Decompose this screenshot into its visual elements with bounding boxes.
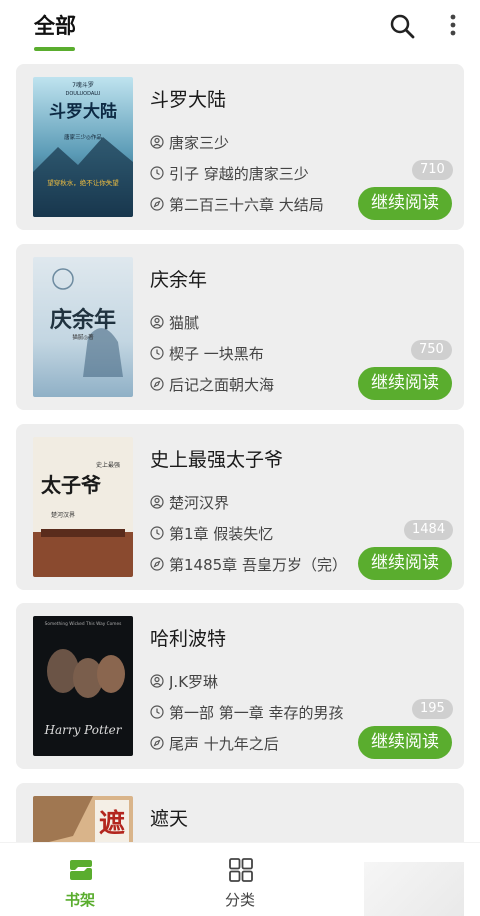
author-row: 唐家三少 xyxy=(150,132,229,152)
cover-title-text: 太子爷 xyxy=(41,473,102,497)
person-icon xyxy=(150,315,164,329)
author-text: 唐家三少 xyxy=(169,133,230,152)
cover-text: DOULUODALU xyxy=(66,91,101,97)
continue-reading-button[interactable]: 继续阅读 xyxy=(358,187,452,220)
more-vertical-icon[interactable] xyxy=(440,12,466,40)
clock-icon xyxy=(150,346,164,360)
nav-category-label: 分类 xyxy=(224,891,255,909)
continue-reading-button[interactable]: 继续阅读 xyxy=(358,367,452,400)
corner-overlay xyxy=(364,862,464,916)
recent-chapter-row: 第1章 假装失忆 xyxy=(150,523,273,543)
recent-chapter-text: 楔子 一块黑布 xyxy=(169,344,264,363)
chapter-count-badge: 195 xyxy=(412,699,453,719)
author-text: J.K罗琳 xyxy=(169,672,219,691)
recent-chapter-text: 第1章 假装失忆 xyxy=(169,524,274,543)
author-row: 楚河汉界 xyxy=(150,492,229,512)
book-cover[interactable]: 遮 xyxy=(33,796,133,842)
book-title: 史上最强太子爷 xyxy=(150,449,284,471)
cover-text: 7魂斗罗 xyxy=(72,81,94,89)
book-cover[interactable]: 庆余年 猫腻◎著 xyxy=(33,257,133,397)
book-cover[interactable]: 7魂斗罗 DOULUODALU 斗罗大陆 唐家三少◎作品 望穿秋水，绝不让你失望 xyxy=(33,77,133,217)
book-cover[interactable]: 太子爷 史上最强 楚河汉界 xyxy=(33,437,133,577)
cover-text: 史上最强 xyxy=(96,461,120,469)
latest-chapter-text: 第二百三十六章 大结局 xyxy=(169,195,324,214)
compass-icon xyxy=(150,377,164,391)
recent-chapter-text: 引子 穿越的唐家三少 xyxy=(169,164,309,183)
grid-icon xyxy=(229,858,253,882)
recent-chapter-row: 引子 穿越的唐家三少 xyxy=(150,163,309,183)
author-row: J.K罗琳 xyxy=(150,671,218,691)
book-card[interactable]: 太子爷 史上最强 楚河汉界 史上最强太子爷 楚河汉界 第1章 假装失忆 第148… xyxy=(16,424,464,590)
cover-title-text: 遮 xyxy=(99,808,125,839)
person-icon xyxy=(150,135,164,149)
cover-text: 猫腻◎著 xyxy=(72,333,94,341)
clock-icon xyxy=(150,705,164,719)
author-row: 猫腻 xyxy=(150,312,199,332)
recent-chapter-text: 第一部 第一章 幸存的男孩 xyxy=(169,703,344,722)
tab-all[interactable]: 全部 xyxy=(34,10,76,40)
latest-chapter-text: 尾声 十九年之后 xyxy=(169,734,279,753)
latest-chapter-row: 第二百三十六章 大结局 xyxy=(150,194,324,214)
book-cover[interactable]: Something Wicked This Way Comes Harry Po… xyxy=(33,616,133,756)
latest-chapter-row: 尾声 十九年之后 xyxy=(150,733,279,753)
nav-category[interactable]: 分类 xyxy=(180,843,300,916)
cover-text: 望穿秋水，绝不让你失望 xyxy=(47,178,119,187)
book-title: 遮天 xyxy=(150,808,189,830)
tab-active-indicator xyxy=(34,47,75,51)
book-card[interactable]: Something Wicked This Way Comes Harry Po… xyxy=(16,603,464,769)
clock-icon xyxy=(150,166,164,180)
cover-text: Something Wicked This Way Comes xyxy=(45,621,123,627)
person-icon xyxy=(150,495,164,509)
latest-chapter-text: 第1485章 吾皇万岁（完） xyxy=(169,555,347,574)
continue-reading-button[interactable]: 继续阅读 xyxy=(358,547,452,580)
book-title: 斗罗大陆 xyxy=(150,89,227,111)
cover-title-text: 庆余年 xyxy=(50,307,116,333)
book-title: 哈利波特 xyxy=(150,628,227,650)
clock-icon xyxy=(150,526,164,540)
book-card[interactable]: 遮 遮天 xyxy=(16,783,464,842)
nav-bookshelf[interactable]: 书架 xyxy=(20,843,140,916)
cover-text: 唐家三少◎作品 xyxy=(64,133,102,141)
book-card[interactable]: 庆余年 猫腻◎著 庆余年 猫腻 楔子 一块黑布 后记之面朝大海 750 继续阅读 xyxy=(16,244,464,410)
author-text: 楚河汉界 xyxy=(169,493,230,512)
compass-icon xyxy=(150,736,164,750)
recent-chapter-row: 楔子 一块黑布 xyxy=(150,343,264,363)
bookshelf-icon xyxy=(70,860,92,880)
top-bar: 全部 xyxy=(0,0,480,60)
compass-icon xyxy=(150,197,164,211)
chapter-count-badge: 1484 xyxy=(404,520,454,540)
latest-chapter-text: 后记之面朝大海 xyxy=(169,375,275,394)
compass-icon xyxy=(150,557,164,571)
search-icon[interactable] xyxy=(388,12,416,40)
cover-title-text: 斗罗大陆 xyxy=(49,101,117,122)
nav-bookshelf-label: 书架 xyxy=(64,891,95,909)
author-text: 猫腻 xyxy=(169,313,200,332)
cover-title-text: Harry Potter xyxy=(44,723,123,737)
book-card[interactable]: 7魂斗罗 DOULUODALU 斗罗大陆 唐家三少◎作品 望穿秋水，绝不让你失望… xyxy=(16,64,464,230)
latest-chapter-row: 后记之面朝大海 xyxy=(150,374,274,394)
person-icon xyxy=(150,674,164,688)
recent-chapter-row: 第一部 第一章 幸存的男孩 xyxy=(150,702,344,722)
chapter-count-badge: 710 xyxy=(412,160,453,180)
cover-text: 楚河汉界 xyxy=(51,511,75,519)
book-title: 庆余年 xyxy=(150,269,208,291)
continue-reading-button[interactable]: 继续阅读 xyxy=(358,726,452,759)
latest-chapter-row: 第1485章 吾皇万岁（完） xyxy=(150,554,347,574)
bookshelf-list[interactable]: 7魂斗罗 DOULUODALU 斗罗大陆 唐家三少◎作品 望穿秋水，绝不让你失望… xyxy=(16,64,464,842)
chapter-count-badge: 750 xyxy=(411,340,452,360)
